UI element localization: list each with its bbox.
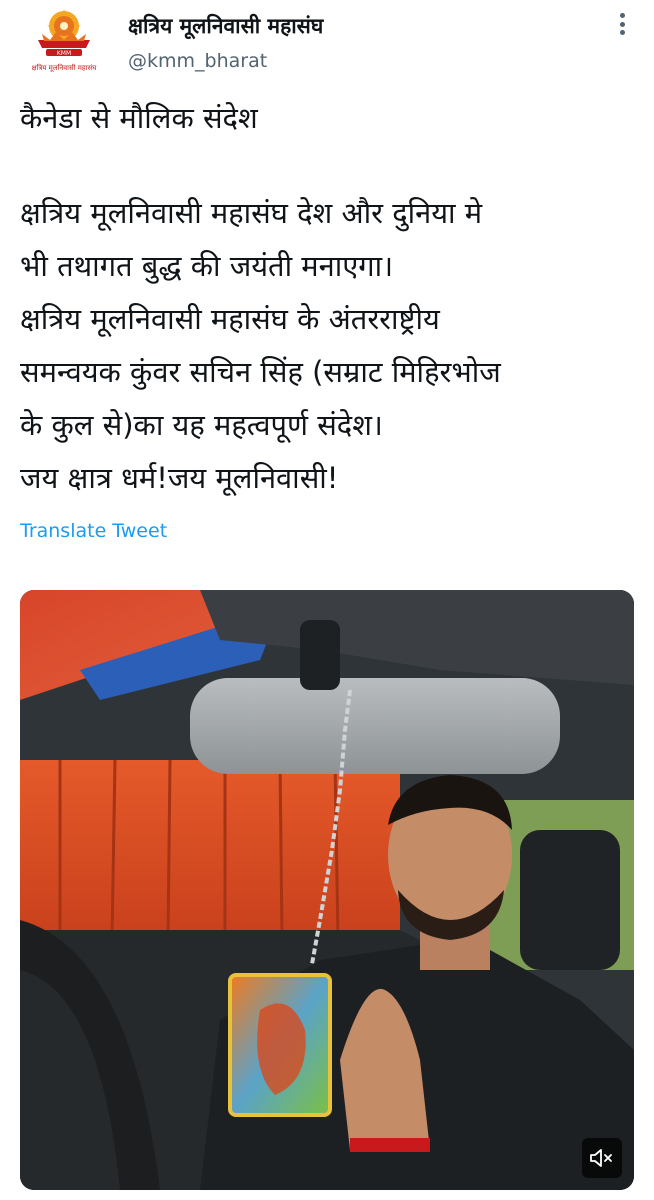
tweet-text: कैनेडा से मौलिक संदेश क्षत्रिय मूलनिवासी…: [20, 92, 630, 505]
tweet-header: KMM क्षत्रिय मूलनिवासी महासंघ क्षत्रिय म…: [0, 0, 654, 86]
translate-tweet-link[interactable]: Translate Tweet: [20, 520, 167, 542]
avatar[interactable]: KMM क्षत्रिय मूलनिवासी महासंघ: [20, 4, 108, 80]
tweet-video[interactable]: [20, 590, 634, 1190]
avatar-logo-text: KMM: [57, 50, 71, 57]
more-vertical-icon[interactable]: [608, 10, 636, 38]
tweet-body-paragraph: क्षत्रिय मूलनिवासी महासंघ देश और दुनिया …: [20, 196, 501, 495]
author-handle[interactable]: @kmm_bharat: [128, 50, 267, 72]
video-frame-image: [20, 590, 634, 1190]
kmm-logo-icon: KMM क्षत्रिय मूलनिवासी महासंघ: [20, 4, 108, 80]
author-display-name[interactable]: क्षत्रिय मूलनिवासी महासंघ: [128, 12, 323, 40]
tweet-title-line: कैनेडा से मौलिक संदेश: [20, 101, 258, 135]
avatar-logo-caption: क्षत्रिय मूलनिवासी महासंघ: [32, 63, 98, 72]
speaker-muted-icon[interactable]: [582, 1138, 622, 1178]
